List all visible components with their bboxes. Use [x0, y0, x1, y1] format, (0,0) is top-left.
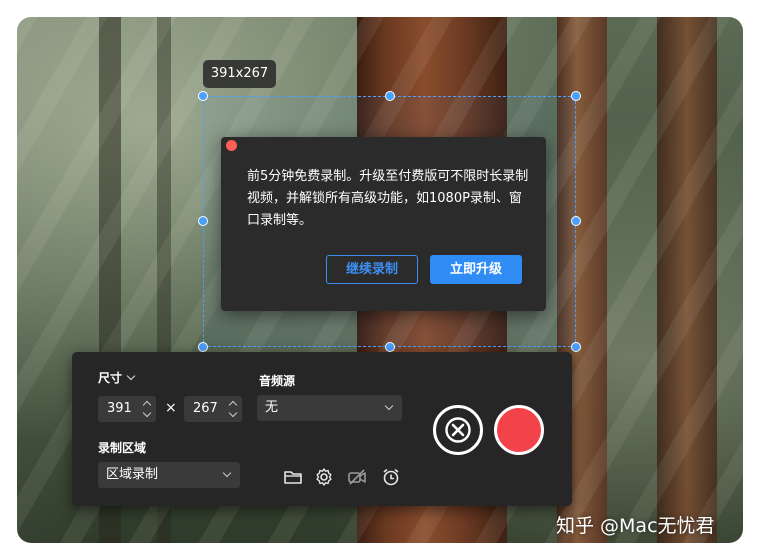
height-value: 267 — [193, 401, 218, 416]
resize-handle-top[interactable] — [385, 91, 395, 101]
resize-handle-top-right[interactable] — [571, 91, 581, 101]
folder-icon[interactable] — [283, 467, 303, 487]
resize-handle-bottom-right[interactable] — [571, 342, 581, 352]
resize-handle-left[interactable] — [198, 216, 208, 226]
width-value: 391 — [107, 401, 132, 416]
close-icon — [445, 417, 471, 443]
resize-handle-bottom-left[interactable] — [198, 342, 208, 352]
record-region-label: 录制区域 — [98, 441, 147, 455]
width-stepper[interactable] — [142, 400, 152, 418]
alarm-clock-icon[interactable] — [381, 467, 401, 487]
record-region-select[interactable]: 区域录制 — [98, 462, 240, 488]
dialog-close-button[interactable] — [226, 140, 237, 151]
size-label: 尺寸 — [98, 371, 123, 385]
chevron-down-icon — [126, 371, 136, 381]
selection-size-label: 391x267 — [203, 60, 276, 88]
record-region-value: 区域录制 — [106, 467, 159, 482]
height-field[interactable]: 267 — [184, 396, 242, 422]
audio-source-select[interactable]: 无 — [257, 395, 402, 421]
resize-handle-right[interactable] — [571, 216, 581, 226]
continue-recording-button[interactable]: 继续录制 — [326, 255, 418, 284]
width-field[interactable]: 391 — [98, 396, 156, 422]
gear-icon[interactable] — [314, 467, 334, 487]
chevron-down-icon — [228, 408, 238, 418]
watermark-text: 知乎 @Mac无忧君 — [556, 515, 715, 537]
camera-off-icon[interactable] — [347, 467, 367, 487]
cancel-recording-button[interactable] — [433, 405, 483, 455]
size-dropdown[interactable]: 尺寸 — [98, 369, 136, 386]
start-recording-button[interactable] — [494, 405, 544, 455]
upgrade-now-button[interactable]: 立即升级 — [430, 255, 522, 284]
times-sign: × — [165, 400, 177, 416]
resize-handle-top-left[interactable] — [198, 91, 208, 101]
chevron-down-icon — [384, 401, 394, 411]
resize-handle-bottom[interactable] — [385, 342, 395, 352]
height-stepper[interactable] — [228, 400, 238, 418]
audio-source-label: 音频源 — [259, 374, 296, 388]
audio-source-value: 无 — [265, 400, 279, 415]
dialog-message: 前5分钟免费录制。升级至付费版可不限时长录制视频，并解锁所有高级功能，如1080… — [247, 169, 529, 228]
chevron-down-icon — [142, 408, 152, 418]
chevron-down-icon — [222, 468, 232, 478]
